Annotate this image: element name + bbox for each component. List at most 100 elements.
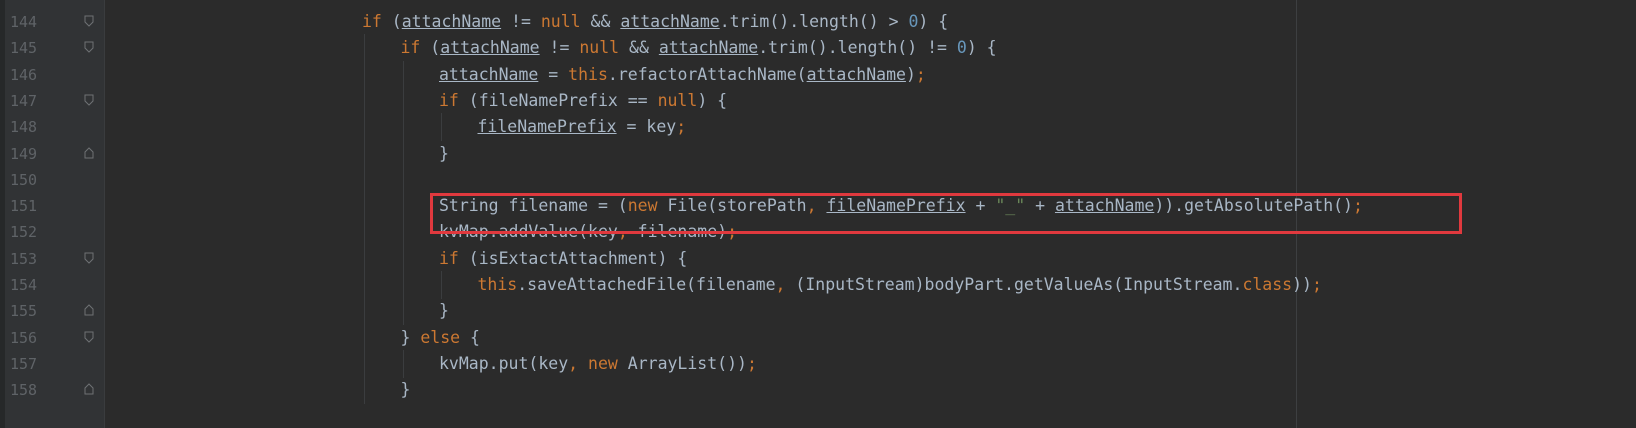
number-token: 0 xyxy=(908,12,919,31)
fold-close-icon[interactable] xyxy=(84,383,94,395)
fold-open-icon[interactable] xyxy=(84,94,94,106)
code-token: kvMap.put(key xyxy=(439,353,569,373)
code-line[interactable]: 157 kvMap.put(key, new ArrayList()); xyxy=(0,349,1636,378)
code-token: (fileNamePrefix == xyxy=(458,90,658,110)
code-editor[interactable]: 144 if (attachName != null && attachName.… xyxy=(0,0,1636,428)
code-line[interactable]: 155} xyxy=(0,297,1636,326)
indent-guide xyxy=(364,323,365,352)
keyword-token: , xyxy=(775,275,786,294)
indent-guide xyxy=(364,349,365,378)
indent-guide xyxy=(364,113,365,142)
variable-token: attachName xyxy=(620,12,720,31)
line-number: 154 xyxy=(10,276,38,294)
line-number: 147 xyxy=(10,91,38,110)
code-line[interactable]: 149} xyxy=(0,139,1636,168)
indent-guide xyxy=(364,86,365,115)
fold-close-icon[interactable] xyxy=(84,146,94,159)
code-token: = xyxy=(538,64,569,84)
code-line[interactable]: 154 this.saveAttachedFile(filename, (Inpu… xyxy=(0,271,1636,299)
keyword-token: null xyxy=(657,90,698,110)
line-number: 148 xyxy=(10,118,38,137)
indent-guide xyxy=(402,297,404,326)
line-number: 144 xyxy=(10,13,38,31)
indent-guide xyxy=(364,271,365,299)
code-token: ( xyxy=(420,38,441,58)
indent-guide xyxy=(402,192,404,221)
line-number: 157 xyxy=(10,354,38,373)
keyword-token: if xyxy=(439,248,459,268)
code-line[interactable]: 147 if (fileNamePrefix == null) { xyxy=(0,86,1636,115)
indent-guide xyxy=(402,271,404,299)
code-line[interactable]: 156} else { xyxy=(0,323,1636,352)
indent-guide xyxy=(402,86,404,115)
code-line[interactable]: 150 xyxy=(0,165,1636,194)
indent-guide xyxy=(364,60,365,89)
keyword-token: new xyxy=(588,353,618,373)
code-line[interactable]: 144 if (attachName != null && attachName.… xyxy=(0,8,1636,36)
code-text: fileNamePrefix = key; xyxy=(478,113,687,141)
line-number: 151 xyxy=(10,197,38,216)
code-token: = key xyxy=(616,117,677,137)
code-token: } xyxy=(400,327,421,347)
line-number: 158 xyxy=(10,381,38,400)
indent-guide xyxy=(364,34,365,63)
code-token: .trim().length() > xyxy=(719,12,909,31)
fold-open-icon[interactable] xyxy=(84,41,94,54)
code-token: ) { xyxy=(918,12,949,31)
indent-guide xyxy=(364,297,365,326)
code-line[interactable]: 153 if (isExtactAttachment) { xyxy=(0,244,1636,273)
indent-guide xyxy=(402,113,404,142)
code-text: } xyxy=(439,297,449,325)
code-token: } xyxy=(400,380,411,400)
code-line[interactable]: 146 attachName = this.refactorAttachName(… xyxy=(0,60,1636,89)
indent-guide xyxy=(402,60,404,89)
variable-token: attachName xyxy=(440,38,540,58)
code-text: } xyxy=(439,140,449,168)
indent-guide xyxy=(364,192,365,221)
line-number: 146 xyxy=(10,65,38,84)
fold-open-icon[interactable] xyxy=(84,331,94,343)
indent-guide xyxy=(364,165,365,194)
code-token: { xyxy=(460,327,480,347)
variable-token: attachName xyxy=(401,12,502,31)
code-text: attachName = this.refactorAttachName(att… xyxy=(439,61,926,89)
highlighted-line-box xyxy=(430,193,1462,234)
keyword-token: ; xyxy=(746,353,757,373)
code-token: (InputStream)bodyPart.getValueAs(InputSt… xyxy=(785,275,1243,294)
keyword-token: , xyxy=(568,353,579,373)
code-line[interactable]: 158} xyxy=(0,376,1636,405)
line-number: 153 xyxy=(10,249,38,268)
code-line[interactable]: 148 fileNamePrefix = key; xyxy=(0,113,1636,142)
code-token: )) xyxy=(1292,275,1312,294)
line-number: 145 xyxy=(10,39,38,58)
code-token: } xyxy=(439,143,449,163)
code-text: this.saveAttachedFile(filename, (InputSt… xyxy=(478,271,1322,299)
keyword-token: null xyxy=(579,38,620,58)
code-token: .refactorAttachName( xyxy=(607,64,807,84)
fold-open-icon[interactable] xyxy=(84,15,94,27)
code-text: kvMap.put(key, new ArrayList()); xyxy=(439,350,757,378)
indent-guide xyxy=(364,218,365,247)
keyword-token: this xyxy=(568,64,608,84)
keyword-token: class xyxy=(1242,275,1293,294)
number-token: 0 xyxy=(956,38,967,58)
fold-open-icon[interactable] xyxy=(84,252,94,264)
keyword-token: if xyxy=(400,38,421,58)
keyword-token: this xyxy=(477,275,518,294)
indent-guide xyxy=(441,271,442,299)
code-token: ( xyxy=(381,12,402,31)
fold-close-icon[interactable] xyxy=(84,304,94,316)
variable-token: attachName xyxy=(658,38,759,58)
line-number: 155 xyxy=(10,302,38,321)
indent-guide xyxy=(402,218,404,247)
code-text: } xyxy=(401,376,411,404)
line-number: 150 xyxy=(10,170,38,189)
keyword-token: if xyxy=(362,12,382,31)
indent-guide xyxy=(402,349,404,378)
code-token: ) { xyxy=(697,90,728,110)
variable-token: attachName xyxy=(806,64,906,84)
code-token: != xyxy=(539,38,580,58)
variable-token: fileNamePrefix xyxy=(477,117,617,137)
code-line[interactable]: 145 if (attachName != null && attachName.… xyxy=(0,34,1636,63)
